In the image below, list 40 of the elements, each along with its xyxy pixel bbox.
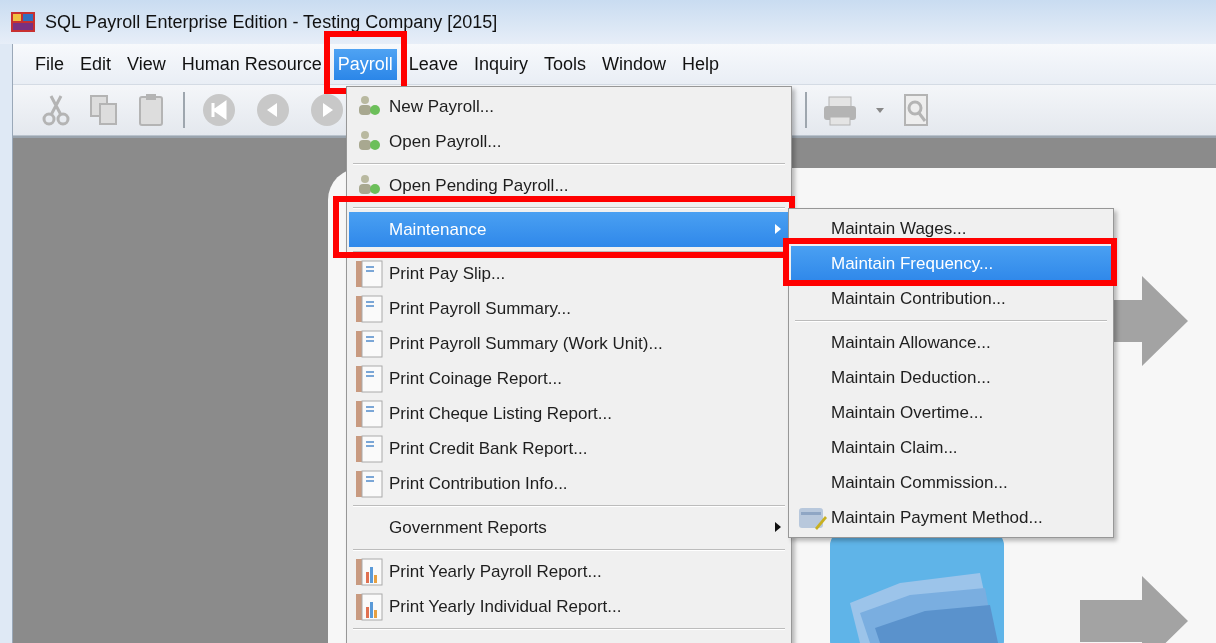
menu-item[interactable]: Print Yearly Payroll Report... <box>349 554 789 589</box>
report-icon <box>355 365 383 393</box>
menu-title[interactable]: Inquiry <box>469 48 532 80</box>
menu-item[interactable]: Government Reports <box>349 510 789 545</box>
menu-item[interactable]: Maintain Overtime... <box>791 395 1111 430</box>
report-icon <box>355 260 383 288</box>
menu-title[interactable]: Help <box>678 48 723 80</box>
report-icon <box>355 400 383 428</box>
report-icon <box>355 295 383 323</box>
menu-item[interactable]: Open Payroll... <box>349 124 789 159</box>
menu-item[interactable]: Print Cheque Listing Report... <box>349 396 789 431</box>
menu-title[interactable]: Human Resource <box>177 48 326 80</box>
menu-item[interactable]: Maintain Claim... <box>791 430 1111 465</box>
menu-title[interactable]: Leave <box>404 48 462 80</box>
report-icon <box>355 435 383 463</box>
menu-item[interactable]: Maintain Commission... <box>791 465 1111 500</box>
menu-item[interactable]: Maintain Payment Method... <box>791 500 1111 535</box>
menu-title[interactable]: Edit <box>76 48 116 80</box>
menu-item[interactable]: Print Coinage Report... <box>349 361 789 396</box>
menu-item[interactable]: Maintain Deduction... <box>791 360 1111 395</box>
report-icon <box>355 470 383 498</box>
submenu-arrow-icon <box>775 224 781 234</box>
app-icon <box>10 10 36 34</box>
chart-report-icon <box>355 593 383 621</box>
menu-item[interactable]: Print Contribution Info... <box>349 466 789 501</box>
chart-report-icon <box>355 558 383 586</box>
submenu-arrow-icon <box>775 522 781 532</box>
menu-title[interactable]: File <box>31 48 68 80</box>
menu-item[interactable]: Print Yearly Individual Report... <box>349 589 789 624</box>
menu-title[interactable]: Tools <box>539 48 590 80</box>
menu-title[interactable]: View <box>123 48 170 80</box>
arrow-icon <box>1080 576 1190 643</box>
menu-item[interactable]: Print Credit Bank Report... <box>349 431 789 466</box>
menu-item[interactable]: Maintain Contribution... <box>791 281 1111 316</box>
window-title: SQL Payroll Enterprise Edition - Testing Company [2015] <box>45 11 498 33</box>
menu-item[interactable]: Print Payroll Summary (Work Unit)... <box>349 326 789 361</box>
menu-item[interactable]: Print Payroll Summary... <box>349 291 789 326</box>
menu-item[interactable]: Maintain Allowance... <box>791 325 1111 360</box>
menu-title[interactable]: Window <box>597 48 670 80</box>
report-icon <box>355 330 383 358</box>
